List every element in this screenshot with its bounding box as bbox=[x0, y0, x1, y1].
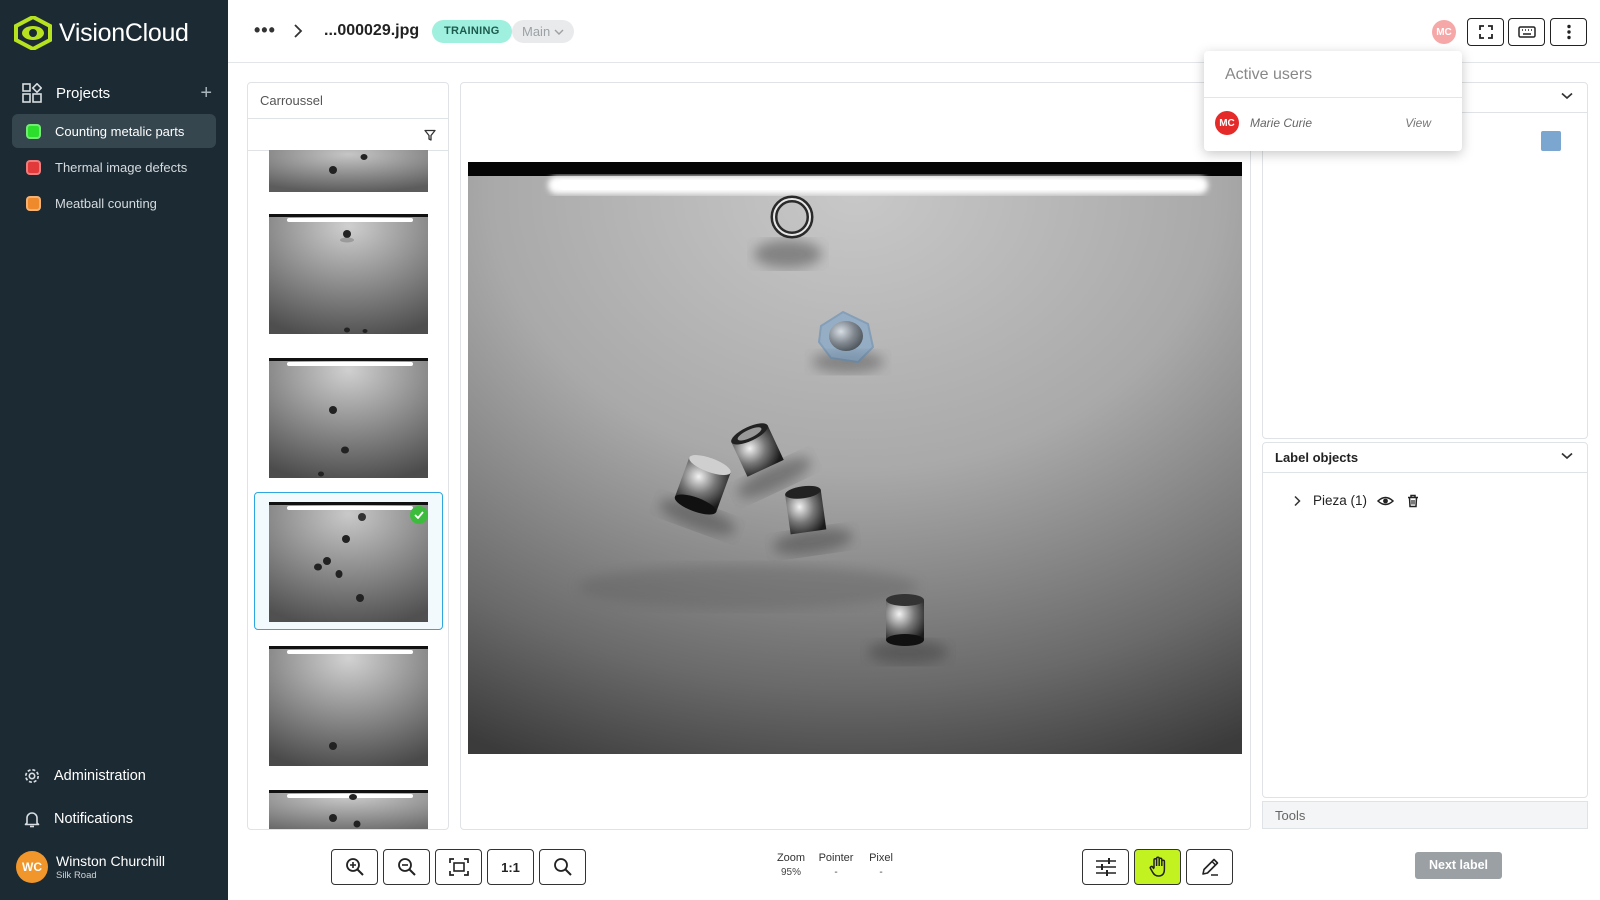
filter-icon[interactable] bbox=[424, 129, 436, 141]
label-object-row[interactable]: Pieza (1) bbox=[1293, 493, 1420, 508]
eye-icon[interactable] bbox=[1377, 495, 1395, 507]
branch-selector[interactable]: Main bbox=[512, 20, 575, 43]
nav-projects[interactable]: Projects + bbox=[22, 80, 212, 106]
nav-projects-label: Projects bbox=[56, 84, 111, 102]
sidebar-item-thermal-image-defects[interactable]: Thermal image defects bbox=[12, 150, 216, 184]
chevron-right-icon bbox=[294, 24, 303, 38]
fit-screen-icon bbox=[448, 858, 469, 876]
active-users-popover: Active users MC Marie Curie View bbox=[1204, 51, 1462, 151]
pointer-readout: Pointer - bbox=[816, 852, 856, 878]
main-image[interactable] bbox=[468, 162, 1242, 754]
actual-size-button[interactable]: 1:1 bbox=[487, 849, 534, 885]
label-objects-panel: Label objects Pieza (1) bbox=[1262, 442, 1588, 798]
project-color-dot bbox=[26, 195, 41, 211]
zoom-in-button[interactable] bbox=[331, 849, 378, 885]
add-project-button[interactable]: + bbox=[200, 80, 212, 106]
carousel-thumbnail-selected[interactable] bbox=[269, 502, 428, 622]
carousel-thumbnail[interactable] bbox=[269, 358, 428, 478]
avatar: WC bbox=[16, 851, 48, 883]
pointer-value: - bbox=[834, 867, 838, 878]
user-org: Silk Road bbox=[56, 870, 97, 881]
zoom-label: Zoom bbox=[776, 852, 806, 864]
view-user-link[interactable]: View bbox=[1405, 116, 1431, 130]
search-button[interactable] bbox=[539, 849, 586, 885]
brand[interactable]: VisionCloud bbox=[14, 16, 189, 50]
bell-icon bbox=[24, 812, 40, 828]
sidebar: VisionCloud Projects + Counting metalic … bbox=[0, 0, 228, 900]
chevron-right-icon[interactable] bbox=[1293, 495, 1301, 507]
tools-panel-header[interactable]: Tools bbox=[1262, 801, 1588, 829]
carousel-thumbnail[interactable] bbox=[269, 790, 428, 829]
visioncloud-logo-icon bbox=[14, 16, 52, 50]
more-vertical-icon bbox=[1566, 24, 1571, 40]
zoom-value: 95% bbox=[780, 867, 801, 878]
search-icon bbox=[553, 858, 572, 876]
branch-label: Main bbox=[522, 24, 551, 39]
carousel-filter-bar bbox=[248, 119, 448, 151]
carousel-thumbnail[interactable] bbox=[269, 214, 428, 334]
user-name: Winston Churchill bbox=[56, 853, 165, 869]
nav-notifications[interactable]: Notifications bbox=[22, 806, 133, 832]
active-user-name: Marie Curie bbox=[1250, 116, 1313, 130]
project-color-dot bbox=[26, 123, 41, 139]
trash-icon[interactable] bbox=[1406, 494, 1420, 508]
zoom-out-icon bbox=[397, 858, 416, 876]
class-color-swatch[interactable] bbox=[1541, 131, 1561, 151]
keyboard-icon bbox=[1517, 26, 1536, 38]
hand-icon bbox=[1149, 856, 1165, 877]
adjustments-button[interactable] bbox=[1082, 849, 1129, 885]
app-name: VisionCloud bbox=[59, 18, 189, 47]
pixel-value: - bbox=[879, 867, 883, 878]
more-options-button[interactable] bbox=[1550, 18, 1587, 46]
pan-tool-button[interactable] bbox=[1134, 849, 1181, 885]
chevron-down-icon bbox=[1561, 452, 1573, 460]
project-name: Thermal image defects bbox=[55, 159, 188, 175]
nav-administration[interactable]: Administration bbox=[22, 763, 146, 789]
nav-notifications-label: Notifications bbox=[54, 811, 133, 827]
nav-administration-label: Administration bbox=[54, 768, 146, 784]
user-profile[interactable]: WC Winston Churchill Silk Road bbox=[16, 851, 165, 883]
zoom-in-icon bbox=[345, 858, 364, 876]
sidebar-item-meatball-counting[interactable]: Meatball counting bbox=[12, 186, 216, 220]
status-badge: TRAINING bbox=[432, 20, 512, 43]
label-objects-header[interactable]: Label objects bbox=[1263, 443, 1587, 473]
carousel-thumbnail[interactable] bbox=[269, 150, 428, 192]
pencil-icon bbox=[1201, 858, 1218, 876]
pixel-label: Pixel bbox=[869, 852, 893, 864]
more-horizontal-icon[interactable]: ••• bbox=[254, 20, 276, 41]
draw-tool-button[interactable] bbox=[1186, 849, 1233, 885]
chevron-down-icon bbox=[554, 29, 564, 35]
project-color-dot bbox=[26, 159, 41, 175]
carousel-panel: Carroussel bbox=[247, 82, 449, 830]
label-objects-title: Label objects bbox=[1275, 450, 1359, 465]
sidebar-item-counting-metalic-parts[interactable]: Counting metalic parts bbox=[12, 114, 216, 148]
project-name: Counting metalic parts bbox=[55, 123, 185, 139]
active-users-title: Active users bbox=[1204, 51, 1462, 98]
breadcrumb-file-name: ...000029.jpg bbox=[324, 22, 420, 39]
carousel-thumbnail[interactable] bbox=[269, 646, 428, 766]
fit-to-screen-button[interactable] bbox=[435, 849, 482, 885]
project-name: Meatball counting bbox=[55, 195, 157, 211]
labeled-check-icon bbox=[410, 506, 428, 524]
label-object-name: Pieza (1) bbox=[1313, 493, 1368, 508]
active-user-avatar[interactable]: MC bbox=[1432, 20, 1456, 44]
chevron-down-icon bbox=[1561, 92, 1573, 100]
next-label-button[interactable]: Next label bbox=[1415, 852, 1502, 879]
image-viewer[interactable] bbox=[460, 82, 1251, 830]
projects-icon bbox=[22, 83, 42, 103]
sliders-icon bbox=[1095, 858, 1116, 876]
zoom-out-button[interactable] bbox=[383, 849, 430, 885]
fullscreen-icon bbox=[1478, 25, 1493, 39]
carousel-title: Carroussel bbox=[248, 83, 448, 119]
avatar: MC bbox=[1215, 111, 1239, 135]
gear-icon bbox=[24, 768, 40, 784]
active-user-row: MC Marie Curie View bbox=[1215, 111, 1451, 135]
fullscreen-button[interactable] bbox=[1467, 18, 1504, 46]
zoom-readout: Zoom 95% bbox=[774, 852, 808, 878]
pixel-readout: Pixel - bbox=[866, 852, 896, 878]
keyboard-shortcuts-button[interactable] bbox=[1508, 18, 1545, 46]
pointer-label: Pointer bbox=[818, 852, 854, 864]
